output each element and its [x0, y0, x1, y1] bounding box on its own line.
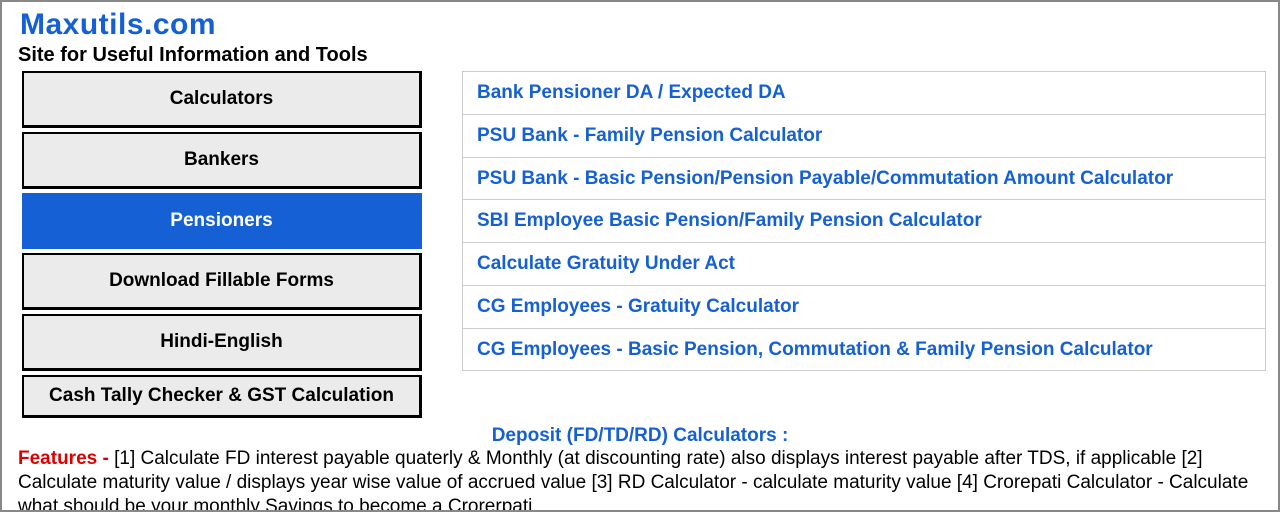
nav-label: Calculators [170, 88, 273, 109]
link-item[interactable]: PSU Bank - Basic Pension/Pension Payable… [463, 158, 1265, 201]
page-container: Maxutils.com Site for Useful Information… [0, 0, 1280, 512]
nav-item-download-forms[interactable]: Download Fillable Forms [22, 253, 422, 310]
link-item[interactable]: CG Employees - Gratuity Calculator [463, 286, 1265, 329]
nav-label: Cash Tally Checker & GST Calculation [49, 385, 394, 406]
link-item[interactable]: CG Employees - Basic Pension, Commutatio… [463, 329, 1265, 371]
nav-label: Download Fillable Forms [109, 270, 334, 291]
link-item[interactable]: Calculate Gratuity Under Act [463, 243, 1265, 286]
main-columns: Calculators Bankers Pensioners Download … [14, 71, 1266, 422]
nav-item-cash-tally[interactable]: Cash Tally Checker & GST Calculation [22, 375, 422, 418]
nav-label: Hindi-English [160, 331, 282, 352]
nav-label: Pensioners [170, 210, 272, 231]
left-nav: Calculators Bankers Pensioners Download … [22, 71, 422, 422]
nav-label: Bankers [184, 149, 259, 170]
features-label: Features - [18, 448, 114, 469]
site-title[interactable]: Maxutils.com [20, 8, 1266, 42]
nav-item-bankers[interactable]: Bankers [22, 132, 422, 189]
link-item[interactable]: SBI Employee Basic Pension/Family Pensio… [463, 200, 1265, 243]
link-item[interactable]: PSU Bank - Family Pension Calculator [463, 115, 1265, 158]
nav-item-pensioners[interactable]: Pensioners [22, 193, 422, 250]
nav-item-hindi-english[interactable]: Hindi-English [22, 314, 422, 371]
link-list: Bank Pensioner DA / Expected DA PSU Bank… [462, 71, 1266, 371]
footer-block: Deposit (FD/TD/RD) Calculators : Feature… [14, 424, 1266, 512]
deposit-title: Deposit (FD/TD/RD) Calculators : [18, 424, 1262, 448]
site-subtitle: Site for Useful Information and Tools [18, 44, 1266, 67]
features-line: Features - [1] Calculate FD interest pay… [18, 447, 1262, 512]
features-text: [1] Calculate FD interest payable quater… [18, 448, 1248, 512]
nav-item-calculators[interactable]: Calculators [22, 71, 422, 128]
link-item[interactable]: Bank Pensioner DA / Expected DA [463, 72, 1265, 115]
